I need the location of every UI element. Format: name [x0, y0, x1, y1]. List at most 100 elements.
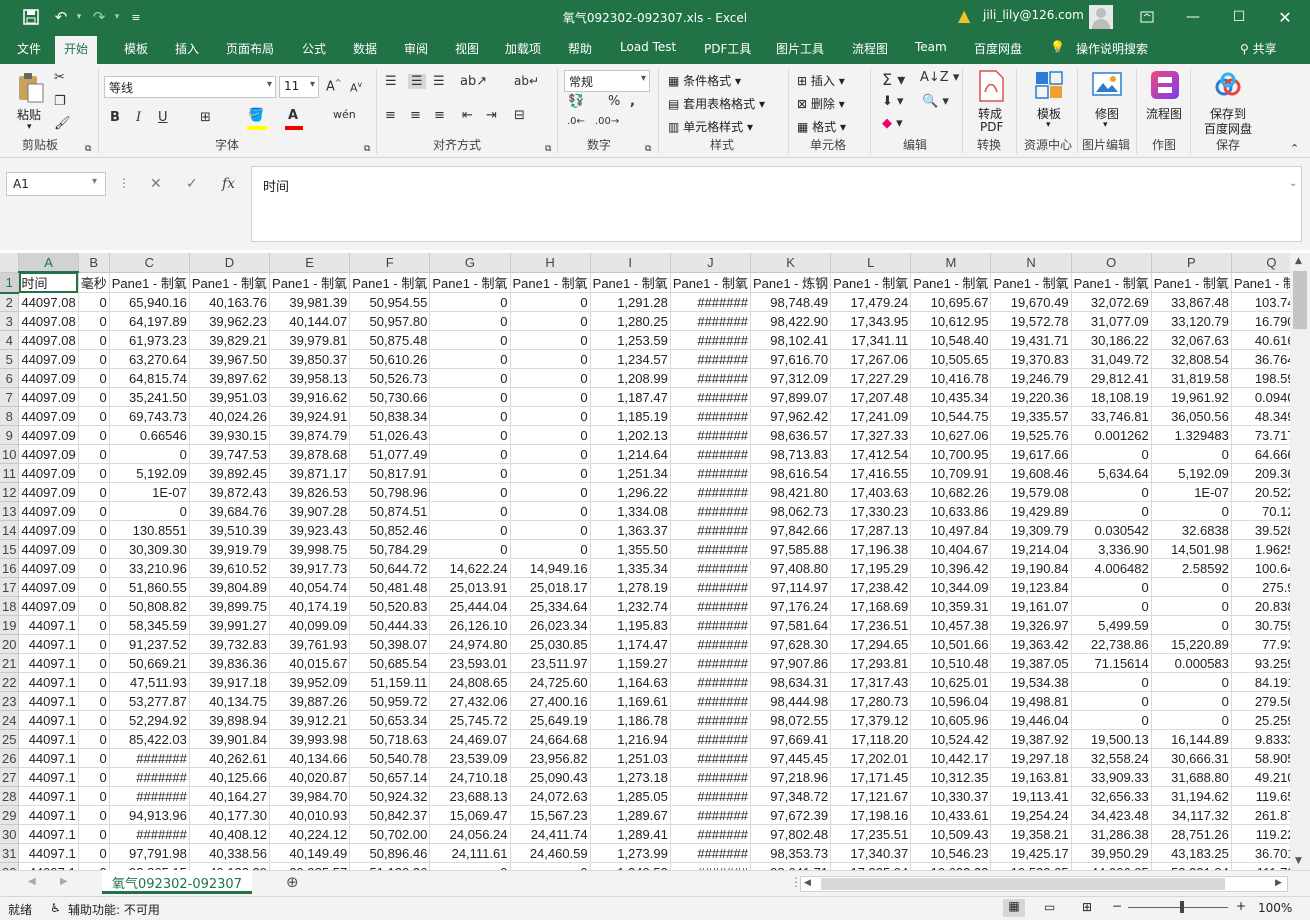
normal-view-icon[interactable]: ▦: [1003, 899, 1025, 917]
cell[interactable]: 44,006.05: [1071, 862, 1152, 870]
cell[interactable]: 10,509.43: [910, 824, 992, 844]
cell[interactable]: 39,899.75: [189, 596, 271, 616]
cell[interactable]: 1,363.37: [590, 520, 671, 540]
row-header[interactable]: 1: [0, 272, 20, 294]
row-header[interactable]: 27: [0, 767, 20, 787]
cell[interactable]: #######: [670, 729, 751, 749]
cell[interactable]: 39,984.70: [269, 786, 351, 806]
cell[interactable]: 0: [78, 463, 110, 483]
cell[interactable]: 39,874.79: [269, 425, 351, 445]
cell[interactable]: Pane1 - 制氧: [590, 272, 671, 293]
paste-dropdown-icon[interactable]: ▾: [27, 122, 32, 132]
cell[interactable]: 50,874.51: [349, 501, 431, 521]
cell[interactable]: 23,511.97: [510, 653, 591, 673]
column-header-l[interactable]: L: [830, 253, 912, 273]
cell[interactable]: 36.70196: [1231, 843, 1290, 863]
tell-me-search[interactable]: 操作说明搜索: [1076, 40, 1148, 57]
cell[interactable]: 100.6429: [1231, 558, 1290, 578]
cell[interactable]: 0: [510, 387, 591, 407]
cell[interactable]: 98,713.83: [750, 444, 832, 464]
cell[interactable]: 20.52287: [1231, 482, 1290, 502]
cell[interactable]: 50,653.34: [349, 710, 431, 730]
font-color-icon[interactable]: A: [288, 108, 298, 123]
cell[interactable]: 17,235.51: [830, 824, 912, 844]
cell[interactable]: 97,312.09: [750, 368, 832, 388]
cell[interactable]: 10,625.01: [910, 672, 992, 692]
cell[interactable]: 19,500.13: [1071, 729, 1152, 749]
cell[interactable]: 0: [78, 634, 110, 654]
cell[interactable]: 0: [78, 710, 110, 730]
cell[interactable]: 198.5972: [1231, 368, 1290, 388]
align-middle-icon[interactable]: ☰: [408, 74, 426, 89]
baidu-cloud-icon[interactable]: [1213, 70, 1243, 100]
format-painter-icon[interactable]: 🖌: [54, 116, 71, 131]
cell[interactable]: 30,186.22: [1071, 330, 1152, 350]
cell[interactable]: 58.90578: [1231, 748, 1290, 768]
cell[interactable]: 1,285.05: [590, 786, 671, 806]
cell[interactable]: 39.52824: [1231, 520, 1290, 540]
cell[interactable]: 0: [510, 349, 591, 369]
cell[interactable]: 98,641.71: [750, 862, 832, 870]
cell[interactable]: 19,335.57: [990, 406, 1072, 426]
cell[interactable]: 47,511.93: [109, 672, 190, 692]
cell[interactable]: 39,962.23: [189, 311, 271, 331]
cell[interactable]: 40,174.19: [269, 596, 351, 616]
cell[interactable]: 93.25973: [1231, 653, 1290, 673]
row-header[interactable]: 4: [0, 330, 20, 350]
cell[interactable]: 1,334.08: [590, 501, 671, 521]
cell[interactable]: 50,669.21: [109, 653, 190, 673]
cell[interactable]: Pane1 - 制氧: [1231, 272, 1290, 293]
cell[interactable]: 17,168.69: [830, 596, 912, 616]
cell[interactable]: #######: [670, 292, 751, 312]
cell[interactable]: 44097.1: [18, 786, 79, 806]
cell[interactable]: #######: [670, 691, 751, 711]
cell[interactable]: 50,685.54: [349, 653, 431, 673]
cell[interactable]: 64,815.74: [109, 368, 190, 388]
cell[interactable]: 98,636.57: [750, 425, 832, 445]
cell[interactable]: 39,804.89: [189, 577, 271, 597]
cell[interactable]: 51,159.11: [349, 672, 431, 692]
cell[interactable]: 111.7045: [1231, 862, 1290, 870]
cell[interactable]: 24,072.63: [510, 786, 591, 806]
cell[interactable]: 17,121.67: [830, 786, 912, 806]
cell[interactable]: 44097.08: [18, 292, 79, 312]
cell[interactable]: #######: [670, 349, 751, 369]
cell[interactable]: 0: [510, 501, 591, 521]
cell[interactable]: 19,254.24: [990, 805, 1072, 825]
cell[interactable]: 19,387.05: [990, 653, 1072, 673]
cell[interactable]: #######: [670, 843, 751, 863]
cell[interactable]: 17,379.12: [830, 710, 912, 730]
cell[interactable]: 39,826.53: [269, 482, 351, 502]
cell[interactable]: 97,907.86: [750, 653, 832, 673]
cell[interactable]: 0: [78, 330, 110, 350]
cell[interactable]: 10,396.42: [910, 558, 992, 578]
avatar[interactable]: [1089, 5, 1113, 29]
row-header[interactable]: 24: [0, 710, 20, 730]
horizontal-scrollbar[interactable]: ◀ ▶: [800, 876, 1288, 892]
cell[interactable]: 0: [429, 539, 511, 559]
font-launcher-icon[interactable]: ⧉: [364, 144, 370, 154]
cell[interactable]: 44097.09: [18, 482, 79, 502]
clear-icon[interactable]: ◆ ▾: [882, 116, 903, 131]
fill-color-icon[interactable]: 🪣: [248, 108, 264, 123]
cell[interactable]: 1,187.47: [590, 387, 671, 407]
cell[interactable]: #######: [109, 824, 190, 844]
cell[interactable]: 50,540.78: [349, 748, 431, 768]
cell[interactable]: 23,593.01: [429, 653, 511, 673]
cell[interactable]: 15,069.47: [429, 805, 511, 825]
cell[interactable]: 44097.08: [18, 311, 79, 331]
row-header[interactable]: 14: [0, 520, 20, 540]
cell[interactable]: 50,657.14: [349, 767, 431, 787]
cell[interactable]: #######: [670, 330, 751, 350]
row-header[interactable]: 3: [0, 311, 20, 331]
paste-button[interactable]: 粘贴: [17, 106, 41, 123]
cell[interactable]: #######: [670, 558, 751, 578]
cell[interactable]: 40,024.26: [189, 406, 271, 426]
cell[interactable]: 40,015.67: [269, 653, 351, 673]
cell[interactable]: 64.66624: [1231, 444, 1290, 464]
cell[interactable]: 34,423.48: [1071, 805, 1152, 825]
cell[interactable]: 35,241.50: [109, 387, 190, 407]
scroll-down-icon[interactable]: ▼: [1295, 856, 1302, 866]
cell[interactable]: 36.76438: [1231, 349, 1290, 369]
increase-font-icon[interactable]: A^: [326, 78, 342, 94]
